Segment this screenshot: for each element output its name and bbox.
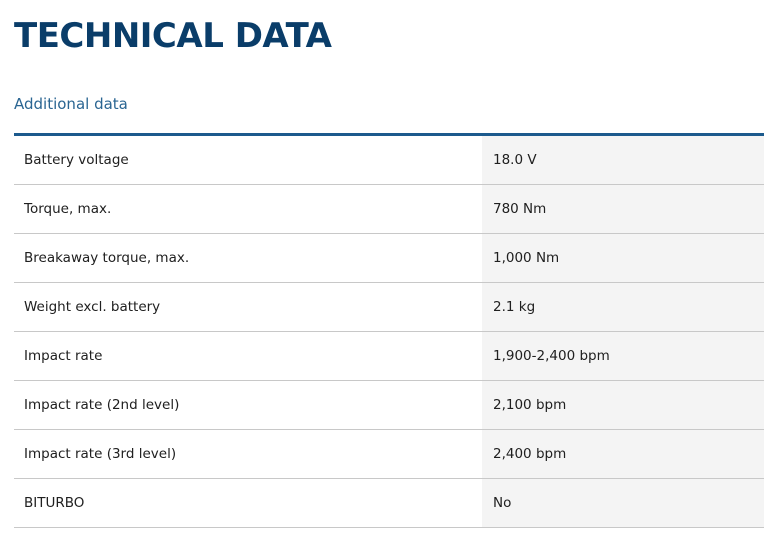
spec-value: 1,000 Nm — [482, 234, 764, 282]
spec-label: Breakaway torque, max. — [14, 234, 482, 282]
spec-value: 2,100 bpm — [482, 381, 764, 429]
spec-label: Torque, max. — [14, 185, 482, 233]
table-row: Impact rate (3rd level) 2,400 bpm — [14, 430, 764, 479]
spec-value: 18.0 V — [482, 136, 764, 184]
spec-label: Impact rate — [14, 332, 482, 380]
spec-label: Impact rate (2nd level) — [14, 381, 482, 429]
additional-data-link[interactable]: Additional data — [14, 94, 128, 114]
spec-value: 780 Nm — [482, 185, 764, 233]
table-row: Impact rate (2nd level) 2,100 bpm — [14, 381, 764, 430]
table-row: Weight excl. battery 2.1 kg — [14, 283, 764, 332]
spec-label: Battery voltage — [14, 136, 482, 184]
table-row: BITURBO No — [14, 479, 764, 528]
spec-value: 2.1 kg — [482, 283, 764, 331]
table-row: Breakaway torque, max. 1,000 Nm — [14, 234, 764, 283]
spec-value: No — [482, 479, 764, 527]
spec-value: 1,900-2,400 bpm — [482, 332, 764, 380]
spec-label: Weight excl. battery — [14, 283, 482, 331]
technical-data-table: Battery voltage 18.0 V Torque, max. 780 … — [14, 133, 764, 528]
table-row: Battery voltage 18.0 V — [14, 136, 764, 185]
spec-label: Impact rate (3rd level) — [14, 430, 482, 478]
table-row: Torque, max. 780 Nm — [14, 185, 764, 234]
table-row: Impact rate 1,900-2,400 bpm — [14, 332, 764, 381]
spec-label: BITURBO — [14, 479, 482, 527]
spec-value: 2,400 bpm — [482, 430, 764, 478]
page-title: TECHNICAL DATA — [14, 16, 332, 56]
